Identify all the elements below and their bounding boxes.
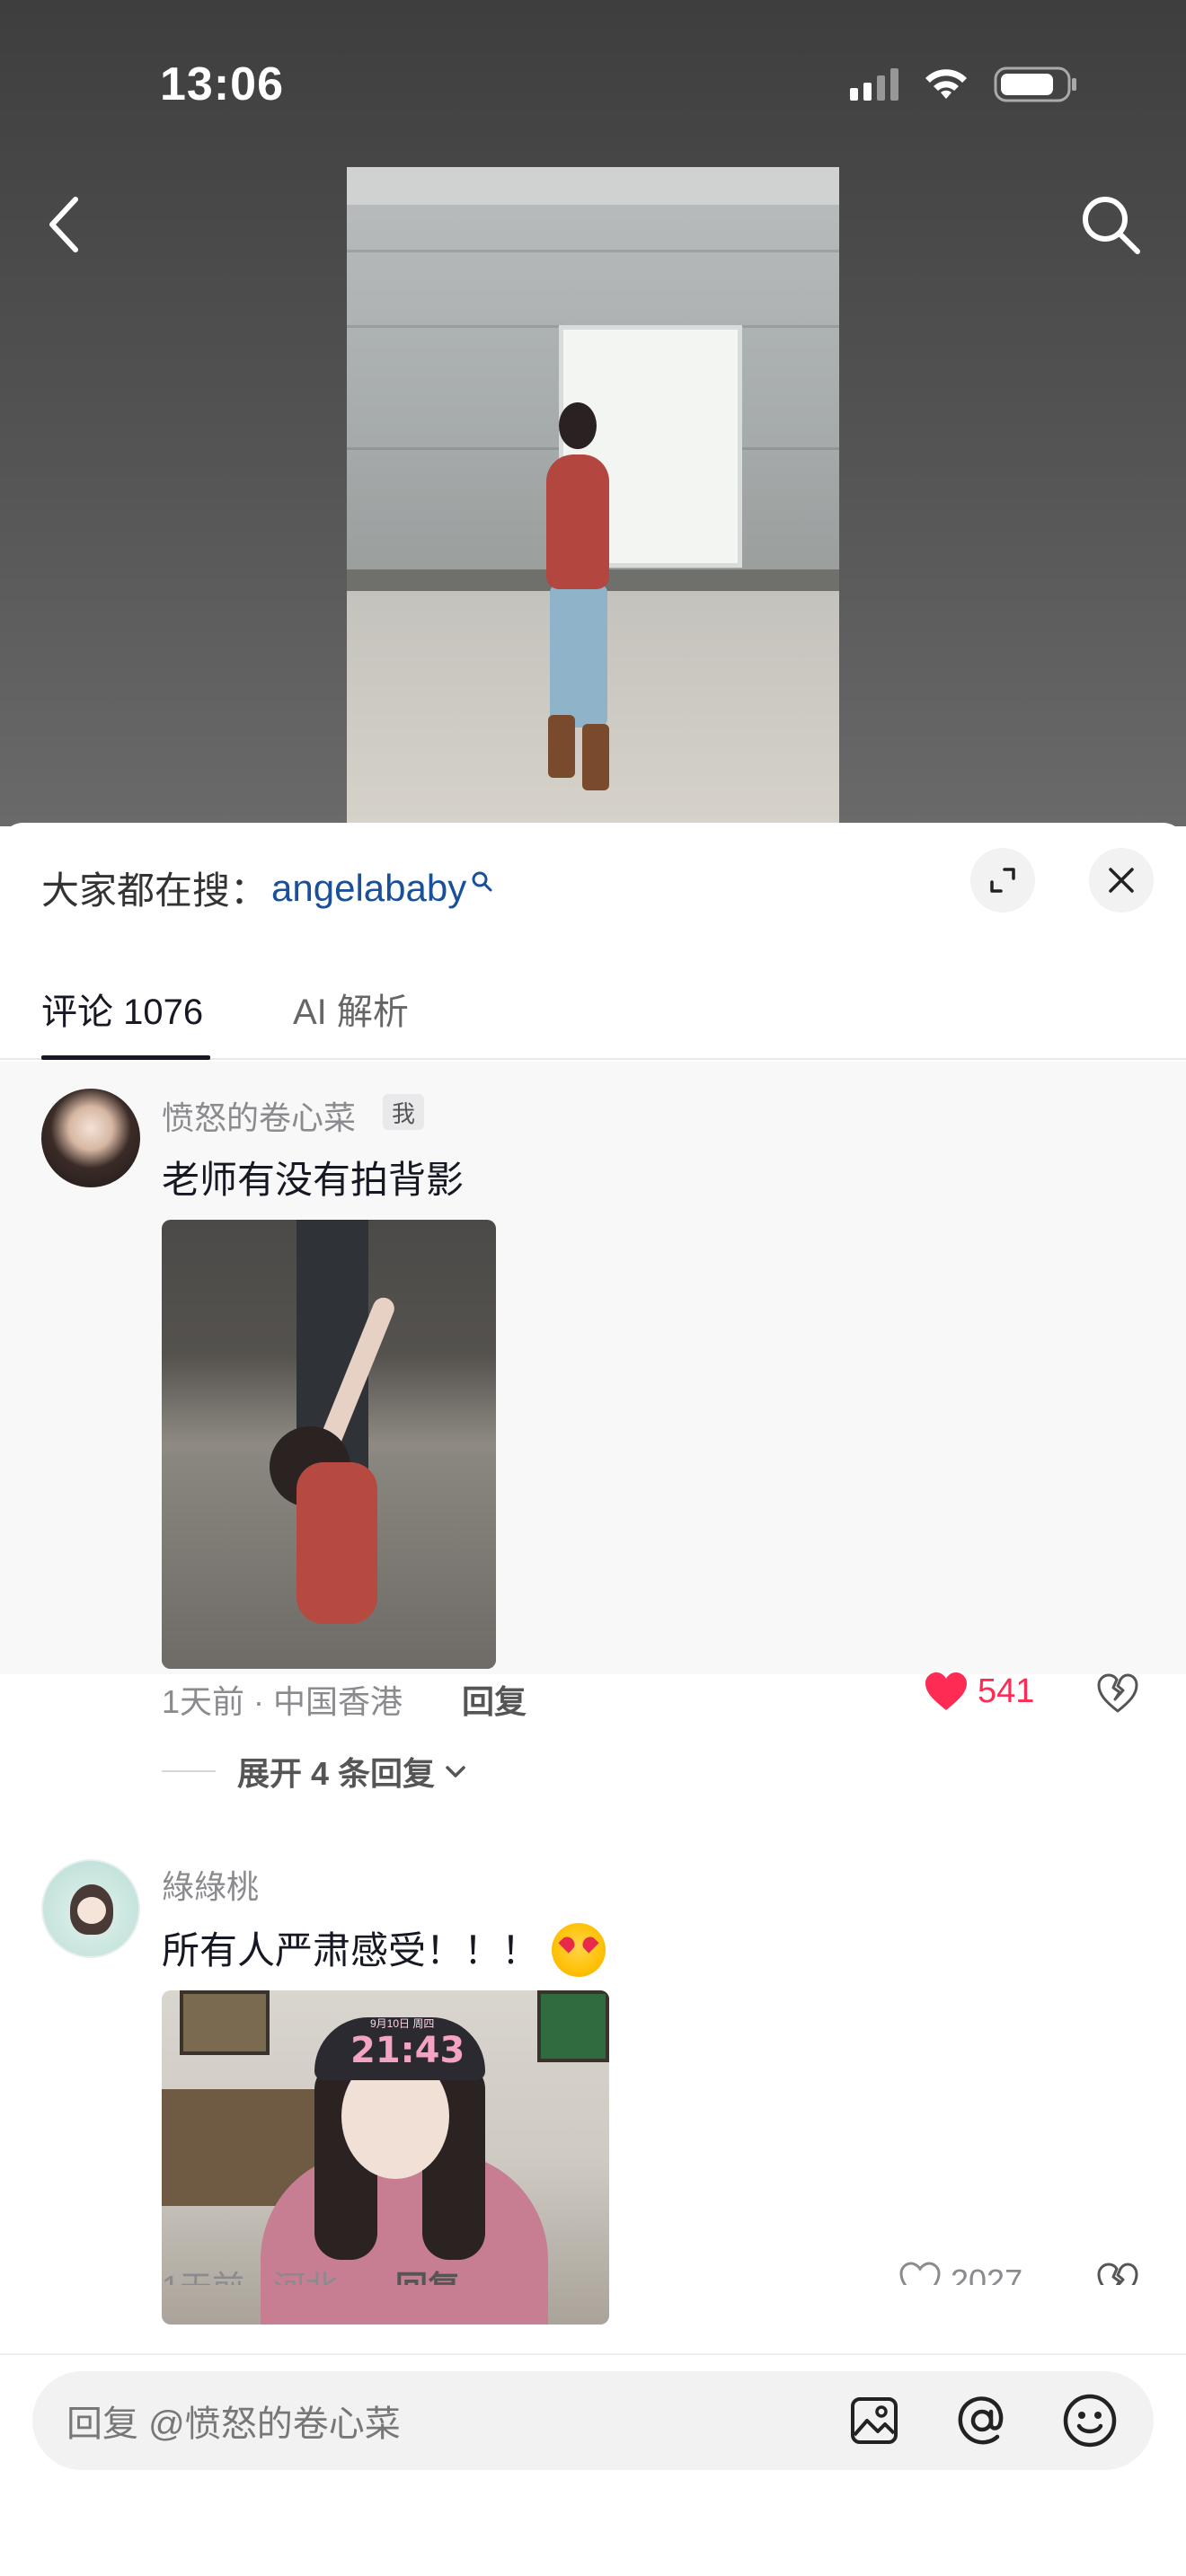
heart-filled-icon (925, 1672, 967, 1710)
heart-eyes-emoji-icon (552, 1922, 606, 1977)
comment-meta: 1天前 · 中国香港 (162, 1683, 403, 1720)
comment-image[interactable] (162, 1220, 496, 1669)
chevron-down-icon (446, 1766, 465, 1778)
broken-heart-icon (1097, 1673, 1138, 1713)
post-photo[interactable] (347, 167, 839, 826)
close-icon (1109, 868, 1134, 893)
like-button[interactable]: 2027 (898, 2262, 1022, 2285)
reply-button[interactable]: 回复 (462, 1676, 527, 1723)
like-button[interactable]: 541 (924, 1671, 1034, 1712)
hot-search-term[interactable]: angelababy (271, 867, 466, 910)
wifi-icon (925, 69, 967, 99)
reply-button[interactable]: 回复 (395, 2262, 460, 2285)
comment-text: 所有人严肃感受！！！ (162, 1929, 540, 1972)
comment-tabs: 评论 1076 AI 解析 (0, 957, 1186, 1060)
smiley-icon (1063, 2394, 1117, 2448)
comment-text[interactable]: 老师有没有拍背影 (162, 1150, 464, 1204)
reply-bar: 回复 @愤怒的卷心菜 (0, 2353, 1186, 2576)
heart-outline-icon (899, 2262, 941, 2285)
image-date-text: 9月10日 周四 (370, 2017, 435, 2030)
battery-icon (994, 66, 1076, 102)
comment-footer-row: 1天前 · 河北 回复 2027 (0, 2254, 1186, 2285)
dislike-button[interactable] (1096, 1672, 1139, 1718)
close-button[interactable] (1089, 848, 1154, 913)
broken-heart-icon (1097, 2263, 1138, 2285)
expand-replies-button[interactable]: 展开 4 条回复 (162, 1748, 469, 1795)
emoji-button[interactable] (1060, 2391, 1120, 2450)
hot-search[interactable]: 大家都在搜： angelababy (41, 860, 493, 915)
comment-text-row[interactable]: 所有人严肃感受！！！ (162, 1920, 606, 1981)
image-icon (851, 2397, 898, 2444)
tab-comments[interactable]: 评论 1076 (41, 957, 203, 1060)
me-badge: 我 (383, 1094, 425, 1130)
status-time: 13:06 (160, 58, 284, 110)
at-sign-icon (958, 2396, 1004, 2445)
search-button[interactable] (1076, 190, 1145, 259)
cellular-signal-icon (850, 68, 898, 101)
chevron-left-icon (49, 197, 78, 252)
mention-button[interactable] (952, 2391, 1012, 2450)
image-clock-text: 21:43 (350, 2030, 465, 2071)
comment-sheet: 大家都在搜： angelababy 评论 1076 AI 解析 愤怒的卷心菜 我… (0, 823, 1186, 2576)
expand-replies-label: 展开 4 条回复 (237, 1755, 436, 1792)
search-icon (1083, 197, 1140, 254)
comment-username[interactable]: 綠綠桃 (162, 1861, 259, 1908)
search-icon (472, 871, 492, 891)
avatar[interactable] (41, 1859, 140, 1958)
dislike-button[interactable] (1096, 2262, 1139, 2285)
like-count: 541 (978, 1672, 1035, 1710)
comment-meta: 1天前 · 河北 (162, 2262, 338, 2285)
avatar[interactable] (41, 1089, 140, 1187)
active-tab-indicator (41, 1055, 210, 1060)
reply-input[interactable]: 回复 @愤怒的卷心菜 (32, 2371, 1154, 2470)
video-area[interactable]: 13:06 (0, 0, 1186, 826)
reply-input-placeholder: 回复 @愤怒的卷心菜 (66, 2404, 401, 2444)
tab-ai-analysis[interactable]: AI 解析 (293, 957, 409, 1060)
back-button[interactable] (41, 192, 95, 257)
image-picker-button[interactable] (845, 2391, 904, 2450)
comment-username[interactable]: 愤怒的卷心菜 (162, 1092, 356, 1139)
hot-search-label: 大家都在搜： (41, 869, 269, 912)
expand-button[interactable] (970, 848, 1035, 913)
expand-icon (990, 868, 1015, 893)
status-icons (850, 65, 1078, 104)
like-count: 2027 (951, 2263, 1023, 2285)
